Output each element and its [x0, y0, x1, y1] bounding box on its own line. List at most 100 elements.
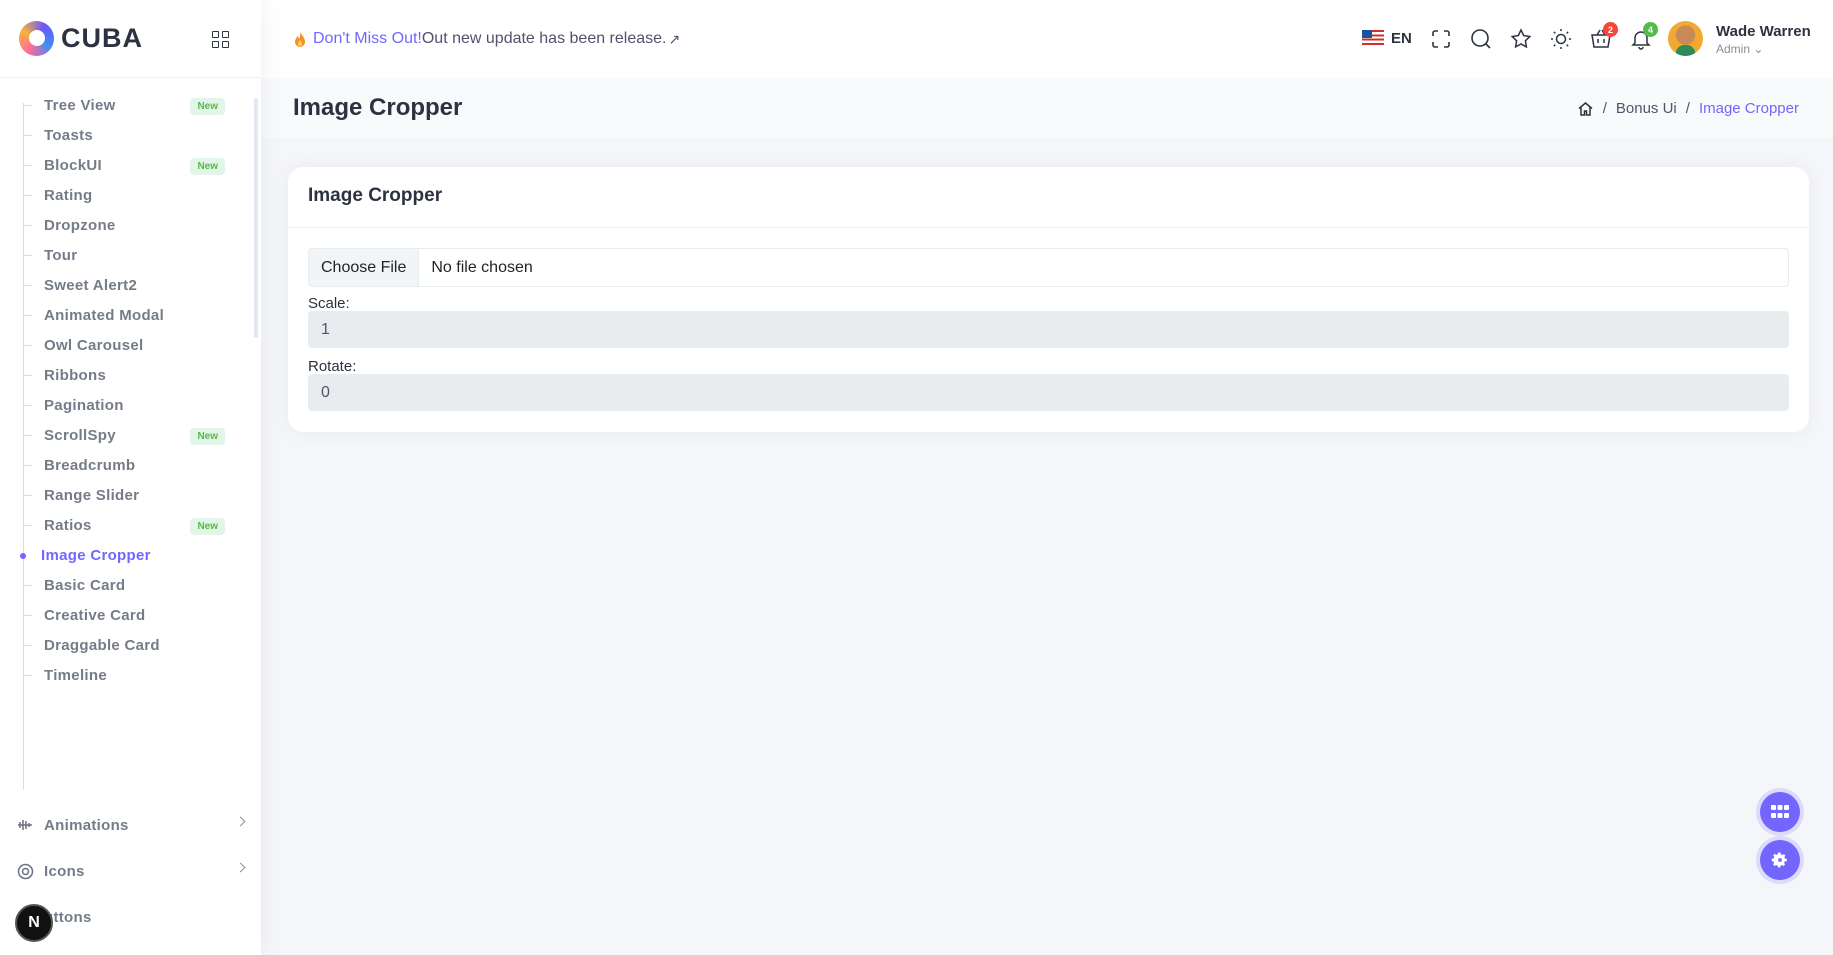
- page-title-bar: Image Cropper / Bonus Ui / Image Cropper: [261, 78, 1833, 138]
- breadcrumb-item[interactable]: Bonus Ui: [1616, 100, 1677, 117]
- sidebar-item-label: Timeline: [44, 667, 107, 684]
- search-icon[interactable]: [1469, 27, 1493, 51]
- sidebar-item-label: Dropzone: [44, 217, 116, 234]
- sidebar-item-label: Icons: [44, 862, 85, 880]
- settings-button[interactable]: [1760, 840, 1800, 880]
- tree-branch: [23, 525, 32, 526]
- sidebar-item-label: Breadcrumb: [44, 457, 136, 474]
- tree-branch: [23, 645, 32, 646]
- user-name[interactable]: Wade Warren: [1716, 23, 1811, 40]
- avatar[interactable]: [1668, 21, 1703, 56]
- tree-branch: [23, 615, 32, 616]
- notification-count-badge: 4: [1643, 22, 1658, 37]
- sidebar-item-label: Tree View: [44, 97, 116, 114]
- sidebar-item-label: Creative Card: [44, 607, 146, 624]
- tree-branch: [23, 195, 32, 196]
- page-title: Image Cropper: [293, 94, 463, 121]
- tree-branch: [23, 495, 32, 496]
- tree-branch: [23, 105, 32, 106]
- sidebar-item-label: Range Slider: [44, 487, 140, 504]
- tree-branch: [23, 255, 32, 256]
- sidebar-item-label: Draggable Card: [44, 637, 160, 654]
- sidebar-item-label: Basic Card: [44, 577, 126, 594]
- choose-file-button[interactable]: Choose File: [309, 249, 420, 286]
- new-badge: New: [190, 98, 225, 115]
- sun-icon[interactable]: [1549, 27, 1573, 51]
- icons-icon: [16, 862, 34, 880]
- promo-highlight: Don't Miss Out!: [313, 30, 422, 47]
- cart-count-badge: 2: [1603, 22, 1618, 37]
- file-input[interactable]: Choose File No file chosen: [308, 248, 1789, 287]
- file-status: No file chosen: [431, 258, 533, 276]
- tree-branch: [23, 285, 32, 286]
- rotate-input[interactable]: 0: [308, 374, 1789, 411]
- chevron-right-icon: [235, 816, 246, 827]
- tree-branch: [23, 405, 32, 406]
- n-badge[interactable]: N: [15, 904, 53, 942]
- apps-grid-button[interactable]: [1760, 792, 1800, 832]
- tree-branch: [23, 345, 32, 346]
- new-badge: New: [190, 158, 225, 175]
- sidebar-item-label: Toasts: [44, 127, 94, 144]
- sidebar-item-timeline[interactable]: Timeline: [23, 658, 233, 693]
- chevron-down-icon: ⌄: [1753, 42, 1764, 56]
- sidebar-item-label: Image Cropper: [41, 547, 151, 564]
- sidebar-item-label: Rating: [44, 187, 93, 204]
- chevron-right-icon: [235, 862, 246, 873]
- sidebar-item-icons[interactable]: Icons: [16, 851, 246, 891]
- tree-branch: [23, 435, 32, 436]
- grid-icon: [1771, 805, 1789, 818]
- tree-branch: [23, 675, 32, 676]
- sidebar-item-label: Pagination: [44, 397, 124, 414]
- tree-branch: [23, 225, 32, 226]
- tree-branch: [23, 375, 32, 376]
- breadcrumb-separator: /: [1685, 100, 1690, 117]
- card-title: Image Cropper: [288, 167, 1809, 228]
- sidebar-toggle-grid-icon[interactable]: [212, 31, 229, 48]
- active-dot: [20, 552, 26, 559]
- logo-mark-icon: [19, 21, 54, 56]
- rotate-label: Rotate:: [308, 358, 357, 375]
- user-role-text: Admin: [1716, 42, 1751, 56]
- sidebar-item-label: Tour: [44, 247, 78, 264]
- arrow-up-right-icon: ↗: [668, 30, 681, 47]
- fullscreen-icon[interactable]: [1429, 27, 1453, 51]
- image-cropper-card: Image Cropper Choose File No file chosen…: [288, 167, 1809, 432]
- fire-icon: [295, 30, 305, 47]
- home-icon[interactable]: [1577, 101, 1594, 117]
- tree-branch: [23, 465, 32, 466]
- bell-icon[interactable]: 4: [1629, 22, 1658, 51]
- top-header: Don't Miss Out! Out new update has been …: [261, 0, 1833, 78]
- new-badge: New: [190, 518, 225, 535]
- star-icon[interactable]: [1509, 27, 1533, 51]
- sidebar-item-label: Animated Modal: [44, 307, 165, 324]
- language-selector[interactable]: EN: [1391, 30, 1412, 47]
- sidebar-item-label: BlockUI: [44, 157, 102, 174]
- tree-branch: [23, 165, 32, 166]
- gear-icon: [1771, 852, 1787, 868]
- breadcrumb-separator: /: [1602, 100, 1607, 117]
- sidebar-item-label: Ratios: [44, 517, 92, 534]
- animation-icon: [16, 816, 34, 834]
- promo-text: Out new update has been release.: [421, 30, 667, 47]
- user-role[interactable]: Admin ⌄: [1716, 42, 1763, 56]
- scale-input[interactable]: 1: [308, 311, 1789, 348]
- tree-branch: [23, 585, 32, 586]
- promo-banner[interactable]: Don't Miss Out! Out new update has been …: [293, 30, 680, 48]
- sidebar-item-animations[interactable]: Animations: [16, 805, 246, 845]
- tree-branch: [23, 315, 32, 316]
- breadcrumb-current: Image Cropper: [1698, 100, 1799, 117]
- sidebar-item-label: Owl Carousel: [44, 337, 144, 354]
- sidebar-item-label: ScrollSpy: [44, 427, 116, 444]
- sidebar: CUBA Tree View New Toasts BlockUI New Rating D…: [0, 0, 261, 955]
- cart-icon[interactable]: 2: [1589, 22, 1618, 51]
- sidebar-item-label: Sweet Alert2: [44, 277, 138, 294]
- sidebar-scrollbar[interactable]: [254, 98, 258, 338]
- logo-text: CUBA: [61, 23, 143, 53]
- breadcrumb: / Bonus Ui / Image Cropper: [1577, 100, 1799, 117]
- tree-branch: [23, 135, 32, 136]
- sidebar-item-label: Animations: [44, 816, 129, 834]
- sidebar-item-label: Ribbons: [44, 367, 107, 384]
- scale-label: Scale:: [308, 295, 350, 312]
- us-flag-icon[interactable]: [1362, 30, 1384, 45]
